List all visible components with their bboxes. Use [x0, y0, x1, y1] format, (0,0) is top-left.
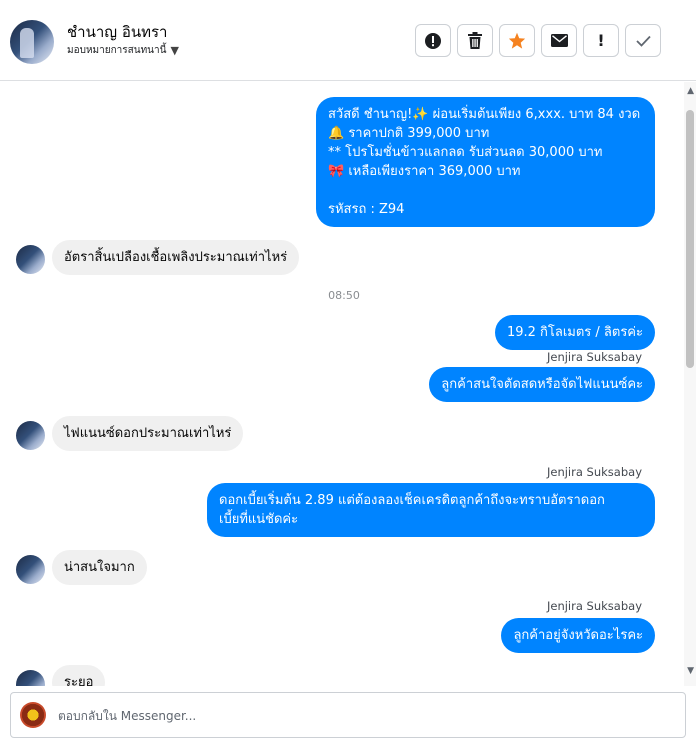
- caret-down-icon: ▼: [170, 44, 179, 57]
- exclamation-icon: !: [597, 31, 605, 50]
- contact-avatar-small[interactable]: [16, 670, 45, 686]
- outgoing-message: ลูกค้าอยู่จังหวัดอะไรคะ: [501, 618, 655, 653]
- scrollbar-thumb[interactable]: [686, 110, 694, 368]
- delete-button[interactable]: [457, 24, 493, 57]
- trash-icon: [468, 32, 482, 49]
- contact-avatar-small[interactable]: [16, 421, 45, 450]
- message-line: รหัสรถ : Z94: [328, 202, 405, 217]
- conversation-header: ชำนาญ อินทรา มอบหมายการสนทนานี้ ▼ !: [0, 0, 696, 81]
- outgoing-message: ดอกเบี้ยเริ่มต้น 2.89 แต่ต้องลองเช็คเครด…: [207, 483, 655, 537]
- scroll-down-icon[interactable]: ▼: [687, 666, 694, 676]
- envelope-icon: [550, 34, 568, 47]
- check-icon: [635, 35, 651, 47]
- incoming-message: ระยอ: [52, 665, 106, 686]
- contact-avatar-small[interactable]: [16, 555, 45, 584]
- conversation-toolbar: !: [415, 24, 661, 57]
- incoming-message: น่าสนใจมาก: [52, 550, 147, 585]
- assign-conversation-dropdown[interactable]: มอบหมายการสนทนานี้ ▼: [67, 43, 179, 58]
- outgoing-message: สวัสดี ชำนาญ!✨ ผ่อนเริ่มต้นเพียง 6,xxx. …: [316, 97, 655, 227]
- message-line: 🎀 เหลือเพียงราคา 369,000 บาท: [328, 164, 521, 179]
- message-line: ดอกเบี้ยเริ่มต้น 2.89 แต่ต้องลองเช็คเครด…: [219, 493, 605, 508]
- reply-input[interactable]: [56, 701, 660, 731]
- contact-avatar-small[interactable]: [16, 245, 45, 274]
- sender-name: Jenjira Suksabay: [546, 599, 642, 613]
- star-icon: [508, 32, 526, 49]
- timestamp: 08:50: [328, 289, 360, 302]
- mark-done-button[interactable]: [625, 24, 661, 57]
- message-line: เบี้ยที่แน่ชัดค่ะ: [219, 512, 299, 527]
- outgoing-message: ลูกค้าสนใจตัดสดหรือจัดไฟแนนซ์คะ: [429, 367, 655, 402]
- alert-circle-icon: [425, 32, 441, 49]
- incoming-message: ไฟแนนซ์ดอกประมาณเท่าไหร่: [52, 416, 244, 451]
- follow-up-button[interactable]: !: [583, 24, 619, 57]
- mark-unread-button[interactable]: [541, 24, 577, 57]
- outgoing-message: 19.2 กิโลเมตร / ลิตรค่ะ: [494, 315, 655, 350]
- contact-avatar[interactable]: [10, 20, 54, 64]
- message-line: ** โปรโมชั่นข้าวแลกลด รับส่วนลด 30,000 บ…: [328, 145, 603, 160]
- page-avatar: [20, 702, 46, 728]
- star-button[interactable]: [499, 24, 535, 57]
- sender-name: Jenjira Suksabay: [546, 350, 642, 364]
- sender-name: Jenjira Suksabay: [546, 465, 642, 479]
- message-thread[interactable]: สวัสดี ชำนาญ!✨ ผ่อนเริ่มต้นเพียง 6,xxx. …: [0, 82, 684, 686]
- contact-name[interactable]: ชำนาญ อินทรา: [67, 20, 167, 44]
- message-line: สวัสดี ชำนาญ!✨ ผ่อนเริ่มต้นเพียง 6,xxx. …: [328, 107, 641, 122]
- message-line: 🔔 ราคาปกติ 399,000 บาท: [328, 126, 490, 141]
- scroll-up-icon[interactable]: ▲: [687, 86, 694, 96]
- assign-label: มอบหมายการสนทนานี้: [67, 45, 167, 56]
- report-spam-button[interactable]: [415, 24, 451, 57]
- incoming-message: อัตราสิ้นเปลืองเชื้อเพลิงประมาณเท่าไหร่: [52, 240, 300, 275]
- reply-composer: [10, 692, 686, 738]
